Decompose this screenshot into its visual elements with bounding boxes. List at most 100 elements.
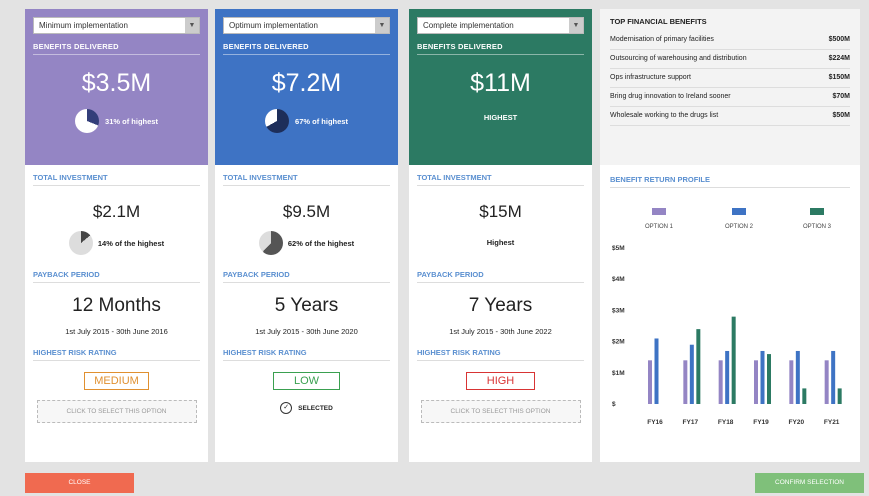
investment-share-label: 14% of the highest bbox=[97, 238, 165, 248]
legend-label: OPTION 2 bbox=[725, 224, 754, 230]
chart-bar bbox=[725, 350, 730, 404]
chart-bar bbox=[831, 350, 836, 404]
payback-dates: 1st July 2015 - 30th June 2020 bbox=[255, 327, 358, 336]
benefit-value: $150M bbox=[828, 74, 850, 81]
x-tick-label: FY17 bbox=[683, 419, 699, 426]
chart-bar bbox=[718, 360, 723, 404]
benefit-label: Bring drug innovation to Ireland sooner bbox=[610, 93, 731, 100]
y-tick-label: $3M bbox=[612, 307, 625, 314]
option-card-minimum: Minimum implementation ▼ BENEFITS DELIVE… bbox=[25, 9, 208, 462]
option-card-optimum: Optimum implementation ▼ BENEFITS DELIVE… bbox=[215, 9, 398, 462]
investment-pie-icon bbox=[68, 231, 93, 255]
x-tick-label: FY18 bbox=[718, 419, 734, 426]
chart-bar bbox=[696, 329, 701, 404]
chart-bar bbox=[824, 360, 829, 404]
check-circle-icon: ✓ bbox=[280, 402, 293, 414]
selected-label: SELECTED bbox=[298, 404, 333, 412]
chevron-down-icon: ▼ bbox=[569, 18, 583, 33]
investment-highest-tag: Highest bbox=[486, 238, 515, 247]
benefits-highest-tag: HIGHEST bbox=[483, 113, 518, 122]
benefit-value: $224M bbox=[828, 55, 850, 62]
y-tick-label: $4M bbox=[612, 276, 625, 283]
legend-swatch bbox=[732, 208, 746, 215]
chart-bar bbox=[754, 360, 758, 404]
y-tick-label: $ bbox=[612, 401, 616, 408]
option-select-value: Optimum implementation bbox=[229, 21, 318, 30]
investment-value: $9.5M bbox=[282, 202, 331, 221]
option-select[interactable]: Complete implementation ▼ bbox=[417, 17, 584, 34]
payback-heading: PAYBACK PERIOD bbox=[33, 270, 200, 283]
benefit-row: Outsourcing of warehousing and distribut… bbox=[610, 50, 850, 69]
selected-indicator[interactable]: ✓ SELECTED bbox=[223, 402, 390, 414]
payback-heading: PAYBACK PERIOD bbox=[223, 270, 390, 283]
legend-label: OPTION 3 bbox=[803, 224, 832, 230]
risk-badge: MEDIUM bbox=[84, 372, 149, 390]
y-tick-label: $2M bbox=[612, 339, 625, 346]
benefit-label: Wholesale working to the drugs list bbox=[610, 112, 719, 119]
investment-heading: TOTAL INVESTMENT bbox=[33, 173, 200, 186]
chart-bar bbox=[789, 360, 794, 404]
benefit-row: Bring drug innovation to Ireland sooner $… bbox=[610, 88, 850, 107]
investment-value: $2.1M bbox=[92, 202, 141, 221]
chevron-down-icon: ▼ bbox=[185, 18, 199, 33]
investment-heading: TOTAL INVESTMENT bbox=[223, 173, 390, 186]
confirm-selection-button[interactable]: CONFIRM SELECTION bbox=[755, 473, 864, 493]
legend-swatch bbox=[652, 208, 666, 215]
payback-dates: 1st July 2015 - 30th June 2016 bbox=[65, 327, 168, 336]
legend-label: OPTION 1 bbox=[645, 224, 674, 230]
chart-title: BENEFIT RETURN PROFILE bbox=[610, 175, 850, 188]
benefit-label: Modernisation of primary facilities bbox=[610, 36, 714, 43]
benefits-pie-icon bbox=[75, 109, 100, 133]
y-tick-label: $1M bbox=[612, 370, 625, 377]
payback-value: 5 Years bbox=[274, 295, 339, 316]
close-button[interactable]: CLOSE bbox=[25, 473, 134, 493]
select-option-button[interactable]: CLICK TO SELECT THIS OPTION bbox=[420, 400, 581, 423]
chart-bar bbox=[760, 350, 765, 404]
payback-value: 7 Years bbox=[468, 295, 533, 316]
chart-bar bbox=[731, 316, 736, 404]
chart-bar bbox=[654, 338, 659, 404]
benefits-heading: BENEFITS DELIVERED bbox=[417, 42, 584, 55]
option-select[interactable]: Optimum implementation ▼ bbox=[223, 17, 390, 34]
benefits-share-label: 67% of highest bbox=[295, 116, 348, 126]
risk-heading: HIGHEST RISK RATING bbox=[223, 348, 390, 361]
risk-heading: HIGHEST RISK RATING bbox=[417, 348, 584, 361]
investment-value: $15M bbox=[479, 202, 522, 221]
y-tick-label: $5M bbox=[612, 245, 625, 252]
select-option-button[interactable]: CLICK TO SELECT THIS OPTION bbox=[36, 400, 197, 423]
chart-bar bbox=[648, 360, 652, 404]
benefits-panel: Complete implementation ▼ BENEFITS DELIV… bbox=[409, 9, 592, 165]
chart-bar bbox=[837, 388, 842, 404]
benefits-value: $7.2M bbox=[271, 69, 342, 97]
x-tick-label: FY20 bbox=[789, 419, 805, 426]
benefits-share-label: 31% of highest bbox=[105, 116, 158, 126]
option-select-value: Complete implementation bbox=[423, 21, 514, 30]
benefit-label: Outsourcing of warehousing and distribut… bbox=[610, 55, 747, 62]
option-card-complete: Complete implementation ▼ BENEFITS DELIV… bbox=[409, 9, 592, 462]
benefit-row: Modernisation of primary facilities $500M bbox=[610, 31, 850, 50]
benefit-row: Wholesale working to the drugs list $50M bbox=[610, 107, 850, 126]
benefit-value: $70M bbox=[832, 93, 850, 100]
investment-share-label: 62% of the highest bbox=[287, 238, 355, 248]
summary-panel: TOP FINANCIAL BENEFITS Modernisation of … bbox=[600, 9, 860, 462]
investment-pie-icon bbox=[258, 231, 283, 255]
payback-dates: 1st July 2015 - 30th June 2022 bbox=[449, 327, 552, 336]
benefit-return-profile: BENEFIT RETURN PROFILE OPTION 1 OPTION 2O… bbox=[600, 165, 860, 458]
benefits-heading: BENEFITS DELIVERED bbox=[33, 42, 200, 55]
option-select[interactable]: Minimum implementation ▼ bbox=[33, 17, 200, 34]
chevron-down-icon: ▼ bbox=[375, 18, 389, 33]
benefit-value: $500M bbox=[828, 36, 850, 43]
risk-heading: HIGHEST RISK RATING bbox=[33, 348, 200, 361]
benefit-row: Ops infrastructure support $150M bbox=[610, 69, 850, 88]
top-benefits: TOP FINANCIAL BENEFITS Modernisation of … bbox=[600, 9, 860, 165]
benefits-panel: Optimum implementation ▼ BENEFITS DELIVE… bbox=[215, 9, 398, 165]
x-tick-label: FY16 bbox=[647, 419, 663, 426]
benefits-panel: Minimum implementation ▼ BENEFITS DELIVE… bbox=[25, 9, 208, 165]
risk-badge: HIGH bbox=[465, 372, 536, 390]
benefit-return-chart: OPTION 1 OPTION 2 OPTION 3 $5M $4M $3M $2M $1M $… bbox=[612, 208, 842, 426]
payback-value: 12 Months bbox=[72, 295, 161, 316]
chart-bar bbox=[802, 388, 807, 404]
chart-bar bbox=[795, 350, 800, 404]
benefit-value: $50M bbox=[832, 112, 850, 119]
chart-bar bbox=[683, 360, 688, 404]
